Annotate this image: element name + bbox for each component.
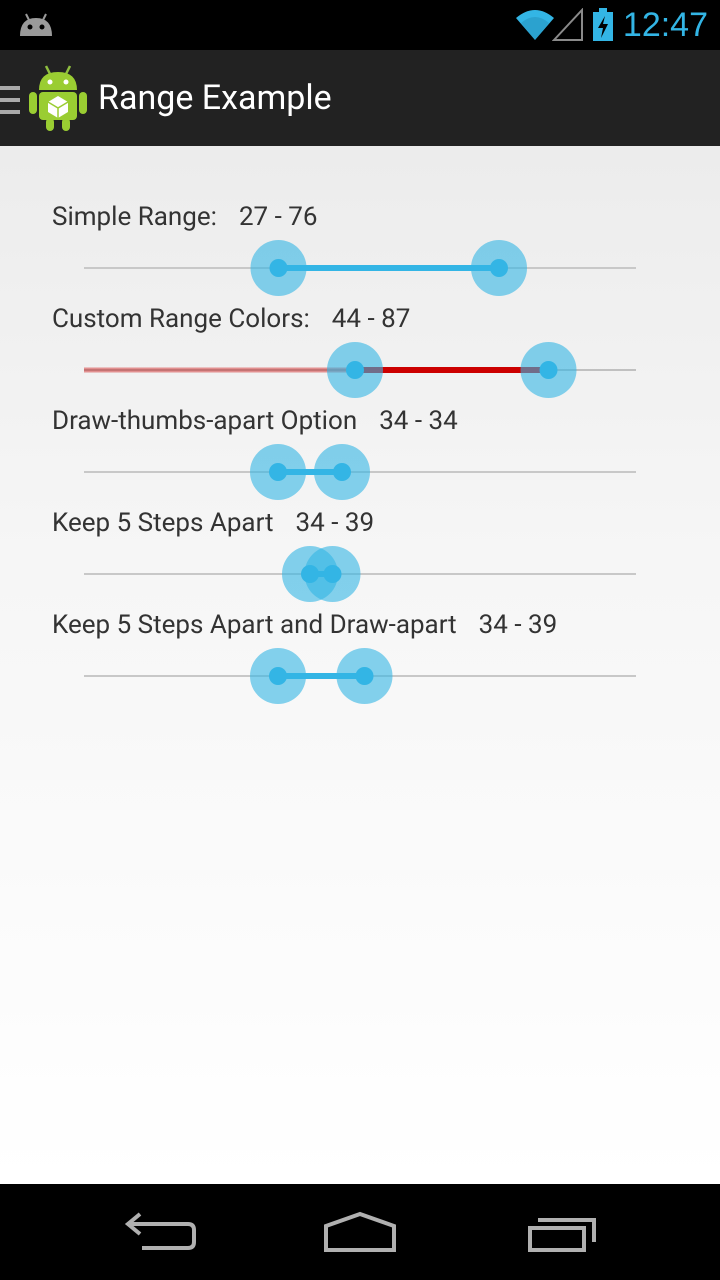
range-slider-custom-colors[interactable] [0, 330, 720, 410]
thumb-dot [323, 565, 342, 583]
slider-thumb-min[interactable] [250, 240, 307, 296]
slider-thumb-max[interactable] [304, 546, 361, 602]
thumb-dot [333, 463, 351, 481]
battery-charging-icon [593, 8, 613, 41]
back-icon[interactable] [122, 1208, 198, 1256]
slider-thumb-max[interactable] [314, 444, 370, 500]
slider-thumb-max[interactable] [471, 240, 527, 296]
slider-thumb-min[interactable] [250, 648, 306, 704]
range-slider-simple[interactable] [0, 228, 720, 308]
menu-icon[interactable] [0, 86, 22, 114]
slider-thumb-max[interactable] [520, 342, 577, 398]
thumb-dot [269, 259, 288, 277]
thumb-dot [269, 463, 287, 481]
content-area: Simple Range: 27 - 76 Custom Range Colors… [0, 146, 720, 1184]
wifi-icon [516, 10, 554, 40]
android-notification-icon [20, 13, 52, 36]
status-bar: 12:47 [0, 0, 720, 50]
slider-thumb-min[interactable] [327, 342, 383, 398]
signal-icon [552, 8, 583, 41]
range-slider-keep-5-steps[interactable] [0, 534, 720, 614]
android-app-icon[interactable] [28, 64, 88, 132]
navigation-bar [0, 1184, 720, 1280]
slider-thumb-min[interactable] [250, 444, 306, 500]
slider-thumb-max[interactable] [336, 648, 393, 704]
range-slider-keep-5-steps-draw-apart[interactable] [0, 636, 720, 716]
action-bar-title: Range Example [98, 78, 332, 118]
thumb-dot [269, 667, 287, 685]
range-slider-draw-apart[interactable] [0, 432, 720, 512]
thumb-dot [346, 361, 364, 379]
thumb-dot [355, 667, 374, 685]
home-icon[interactable] [320, 1208, 400, 1256]
action-bar: Range Example [0, 50, 720, 147]
recent-apps-icon[interactable] [524, 1208, 600, 1256]
thumb-dot [490, 259, 508, 277]
thumb-dot [539, 361, 558, 379]
status-clock: 12:47 [622, 6, 708, 44]
